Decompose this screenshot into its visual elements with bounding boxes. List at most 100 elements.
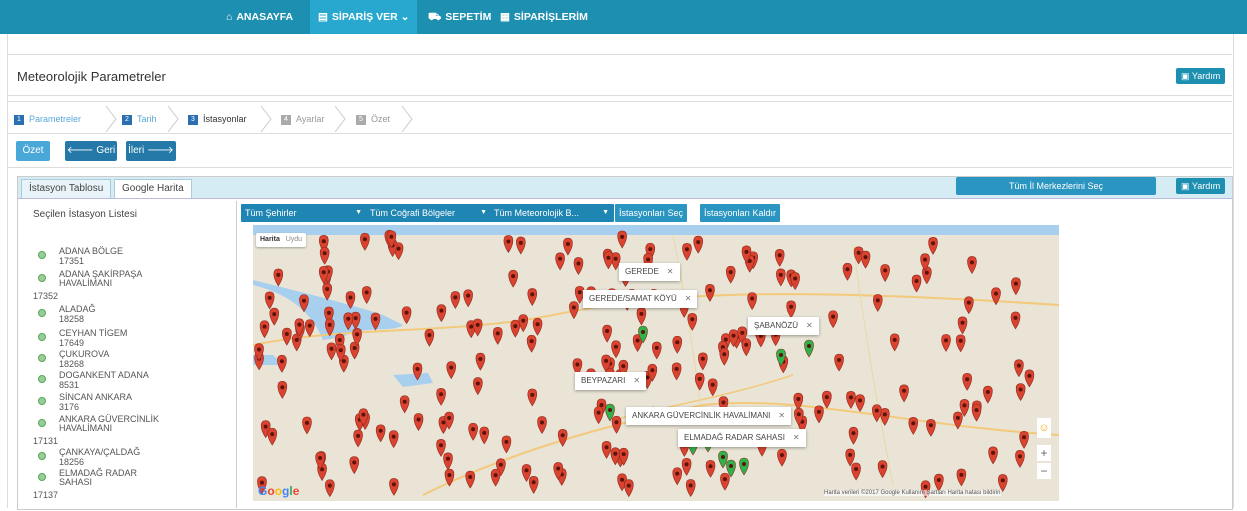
map-info-window[interactable]: GEREDE/SAMAT KÖYÜ ✕ — [583, 290, 698, 308]
map-marker[interactable] — [682, 242, 692, 261]
nav-order[interactable]: ▤ SİPARİŞ VER ⌄ — [310, 0, 418, 34]
map-marker[interactable] — [508, 269, 518, 288]
met-station-type-select[interactable]: Tüm Meteorolojik B... ▼ — [490, 204, 614, 222]
map-marker[interactable] — [997, 474, 1008, 492]
tab-station-table[interactable]: İstasyon Tablosu — [21, 179, 112, 198]
map-marker[interactable] — [707, 378, 718, 397]
next-button[interactable]: İleri 🡒 — [126, 141, 176, 161]
map-marker[interactable] — [479, 426, 490, 445]
region-select[interactable]: Tüm Coğrafi Bölgeler ▼ — [366, 204, 492, 222]
map-marker[interactable] — [601, 440, 612, 459]
map-marker[interactable] — [443, 452, 453, 471]
map-marker[interactable] — [693, 235, 703, 254]
map-marker[interactable] — [672, 467, 683, 486]
nav-orders[interactable]: ▦ SİPARİŞLERİM — [492, 0, 596, 34]
help-button[interactable]: ▣ Yardım — [1176, 68, 1226, 84]
map-info-window[interactable]: BEYPAZARI ✕ — [575, 372, 647, 390]
map-marker[interactable] — [532, 317, 543, 336]
map-marker[interactable] — [490, 468, 501, 487]
map-marker[interactable] — [537, 416, 547, 435]
map-marker[interactable] — [325, 479, 335, 498]
map-marker[interactable] — [399, 395, 410, 414]
city-select[interactable]: Tüm Şehirler ▼ — [241, 204, 367, 222]
map-marker[interactable] — [389, 478, 399, 496]
map-marker[interactable] — [926, 418, 936, 437]
map-marker[interactable] — [269, 307, 280, 326]
close-icon[interactable]: ✕ — [778, 411, 785, 420]
map-info-window[interactable]: ELMADAĞ RADAR SAHASI ✕ — [678, 429, 806, 447]
map-marker[interactable] — [698, 352, 708, 371]
map-marker[interactable] — [776, 268, 786, 287]
map-marker[interactable] — [636, 307, 647, 326]
map-marker[interactable] — [814, 405, 824, 424]
map-marker[interactable] — [793, 392, 804, 411]
map-marker[interactable] — [304, 319, 315, 338]
map-marker[interactable] — [822, 390, 832, 409]
selected-map-marker[interactable] — [739, 457, 749, 476]
map-marker[interactable] — [725, 265, 736, 284]
map-marker[interactable] — [928, 236, 938, 255]
close-icon[interactable]: ✕ — [793, 433, 800, 442]
map-marker[interactable] — [880, 264, 890, 282]
map-marker[interactable] — [361, 286, 372, 304]
map-marker[interactable] — [685, 479, 696, 498]
map-marker[interactable] — [510, 319, 521, 338]
selected-map-marker[interactable] — [804, 339, 814, 358]
map-marker[interactable] — [563, 237, 573, 256]
map-marker[interactable] — [424, 328, 435, 347]
map-marker[interactable] — [962, 372, 972, 391]
map-marker[interactable] — [472, 318, 483, 337]
map-marker[interactable] — [720, 472, 730, 491]
map-marker[interactable] — [302, 416, 312, 435]
map-marker[interactable] — [774, 248, 785, 267]
map-attribution[interactable]: Harita verileri ©2017 Google Kullanım Şa… — [824, 490, 1001, 496]
map-info-window[interactable]: ANKARA GÜVERCİNLİK HAVALİMANI ✕ — [626, 407, 792, 425]
map-marker[interactable] — [463, 289, 473, 308]
map-marker[interactable] — [988, 446, 998, 465]
tab-google-map[interactable]: Google Harita — [114, 179, 192, 198]
map-marker[interactable] — [983, 385, 993, 404]
select-stations-button[interactable]: İstasyonları Seç — [615, 204, 688, 222]
nav-cart[interactable]: ⛟ SEPETİM — [420, 0, 499, 34]
map-marker[interactable] — [475, 352, 486, 371]
step-parameters[interactable]: 1 Parametreler — [14, 106, 81, 132]
map-marker[interactable] — [747, 292, 757, 311]
zoom-out-button[interactable]: − — [1037, 463, 1051, 479]
map-marker[interactable] — [790, 272, 800, 291]
map-marker[interactable] — [873, 294, 883, 312]
map-marker[interactable] — [967, 256, 977, 274]
map-marker[interactable] — [273, 268, 284, 287]
map-marker[interactable] — [623, 479, 634, 498]
map-marker[interactable] — [388, 430, 399, 449]
map-marker[interactable] — [436, 304, 447, 323]
map-info-window[interactable]: ŞABANÖZÜ ✕ — [748, 317, 819, 335]
map-marker[interactable] — [436, 438, 446, 457]
map-marker[interactable] — [956, 468, 967, 487]
map-marker[interactable] — [401, 306, 412, 325]
map-marker[interactable] — [694, 372, 705, 391]
close-icon[interactable]: ✕ — [633, 376, 640, 385]
map-marker[interactable] — [1010, 311, 1021, 330]
map-marker[interactable] — [353, 429, 363, 448]
map-marker[interactable] — [851, 462, 861, 481]
map-marker[interactable] — [603, 251, 614, 270]
map-marker[interactable] — [1015, 383, 1026, 402]
map-marker[interactable] — [277, 380, 288, 399]
map-marker[interactable] — [705, 283, 715, 302]
map-marker[interactable] — [446, 361, 457, 380]
map-marker[interactable] — [1015, 450, 1025, 468]
map-marker[interactable] — [877, 460, 888, 479]
map-marker[interactable] — [465, 470, 476, 489]
map-marker[interactable] — [557, 428, 568, 447]
map-marker[interactable] — [899, 384, 909, 403]
map-marker[interactable] — [1011, 277, 1021, 296]
map-marker[interactable] — [282, 327, 292, 346]
map-marker[interactable] — [326, 342, 337, 361]
map-marker[interactable] — [889, 333, 900, 352]
map-marker[interactable] — [349, 456, 360, 475]
map-marker[interactable] — [651, 341, 662, 360]
map-marker[interactable] — [528, 475, 539, 494]
map-marker[interactable] — [834, 353, 844, 372]
map-marker[interactable] — [1014, 359, 1024, 378]
map-help-button[interactable]: ▣ Yardım — [1176, 178, 1226, 194]
